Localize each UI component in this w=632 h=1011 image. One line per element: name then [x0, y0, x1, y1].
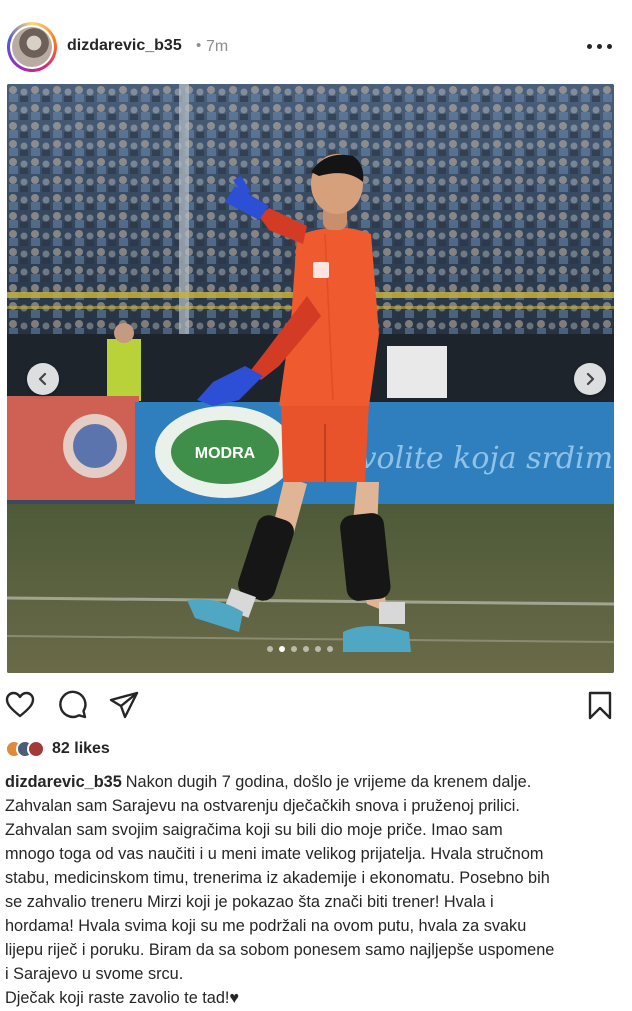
avatar[interactable] [10, 25, 54, 69]
caption-username[interactable]: dizdarevic_b35 [5, 773, 122, 791]
caption-line: dizdarevic_b35 Nakon dugih 7 godina, došl… [5, 770, 625, 794]
action-bar [0, 686, 632, 726]
avatar-image [12, 27, 52, 67]
post-image[interactable]: MODRA Zavolite koja srdim [7, 84, 614, 673]
save-button[interactable] [584, 689, 616, 721]
likes-count[interactable]: 82 likes [52, 740, 110, 758]
caption-line: i Sarajevo u svome srcu. [5, 965, 184, 983]
post-timestamp[interactable]: 7m [206, 38, 228, 56]
caption-line: se zahvalio treneru Mirzi koji je pokaza… [5, 893, 494, 911]
carousel-next-button[interactable] [574, 363, 606, 395]
carousel-prev-button[interactable] [27, 363, 59, 395]
chevron-left-icon [38, 372, 47, 386]
likes-row[interactable]: 82 likes [5, 738, 305, 760]
share-button[interactable] [108, 689, 140, 721]
caption-line: mnogo toga od vas naučiti i u meni imate… [5, 845, 544, 863]
story-ring[interactable] [7, 22, 57, 72]
carousel-dot [303, 646, 309, 652]
post-caption: dizdarevic_b35 Nakon dugih 7 godina, došl… [5, 770, 625, 1010]
liker-avatar [27, 740, 45, 758]
carousel-indicator [267, 646, 337, 654]
heart-icon [5, 691, 35, 718]
caption-line: stabu, medicinskom timu, trenerima iz ak… [5, 869, 550, 887]
chevron-right-icon [586, 372, 595, 386]
caption-line: Dječak koji raste zavolio te tad!♥ [5, 989, 240, 1007]
like-button[interactable] [4, 689, 36, 721]
comment-icon [59, 690, 87, 719]
caption-text: Nakon dugih 7 godina, došlo je vrijeme d… [125, 773, 532, 791]
caption-line: lijepu riječ i poruku. Biram da sa sobom… [5, 941, 555, 959]
caption-line: hordama! Hvala svima koji su me podržali… [5, 917, 527, 935]
carousel-dot [315, 646, 321, 652]
sponsor-logo-text: MODRA [195, 445, 256, 462]
carousel-dot [267, 646, 273, 652]
bookmark-icon [588, 691, 612, 720]
caption-line: Zahvalan sam Sarajevu na ostvarenju dječ… [5, 797, 520, 815]
separator-dot: • [196, 37, 202, 54]
post-header: dizdarevic_b35 • 7m [0, 0, 632, 84]
carousel-dot [291, 646, 297, 652]
share-icon [109, 691, 139, 719]
more-options-icon[interactable] [585, 34, 615, 58]
carousel-dot [327, 646, 333, 652]
comment-button[interactable] [56, 689, 88, 721]
post-username[interactable]: dizdarevic_b35 [67, 37, 182, 55]
photo-illustration: MODRA Zavolite koja srdim [7, 84, 614, 673]
carousel-dot-active [279, 646, 285, 652]
caption-line: Zahvalan sam svojim saigračima koji su b… [5, 821, 503, 839]
